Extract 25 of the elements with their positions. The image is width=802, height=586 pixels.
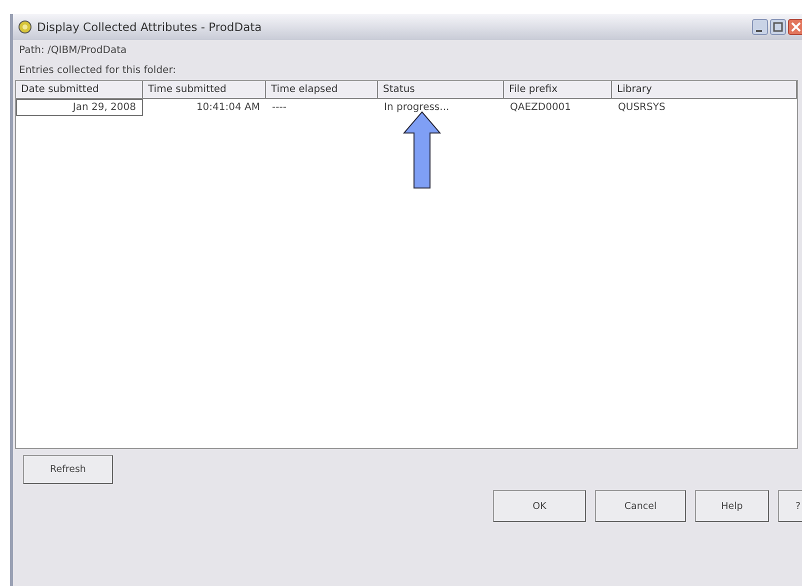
path-label: Path: /QIBM/ProdData	[19, 44, 127, 56]
close-icon[interactable]	[788, 19, 802, 35]
dialog-button[interactable]: ?	[778, 490, 802, 522]
refresh-button[interactable]: Refresh	[23, 455, 113, 484]
table-cell-text: QUSRSYS	[617, 101, 666, 115]
dialog-button[interactable]: Help	[695, 490, 769, 522]
column-header[interactable]: Date submitted	[16, 81, 143, 99]
table-cell: Jan 29, 2008	[16, 99, 143, 116]
column-header[interactable]: Status	[378, 81, 504, 99]
table-cell-text: ----	[271, 101, 288, 115]
dialog-button[interactable]: OK	[493, 490, 586, 522]
column-header[interactable]: Time elapsed	[266, 81, 378, 99]
minimize-icon[interactable]	[752, 19, 768, 35]
column-header[interactable]: Library	[612, 81, 797, 99]
column-header[interactable]: Time submitted	[143, 81, 266, 99]
up-arrow-icon	[402, 111, 442, 189]
table-cell-text: In progress...	[383, 101, 450, 115]
dialog-button[interactable]: Cancel	[595, 490, 686, 522]
table-cell-text: QAEZD0001	[509, 101, 572, 115]
maximize-icon[interactable]	[770, 19, 786, 35]
table-cell-text: 10:41:04 AM	[195, 101, 261, 115]
window-title: Display Collected Attributes - ProdData	[37, 20, 262, 34]
app-icon	[18, 20, 32, 34]
column-header[interactable]: File prefix	[504, 81, 612, 99]
entries-label: Entries collected for this folder:	[19, 64, 176, 76]
